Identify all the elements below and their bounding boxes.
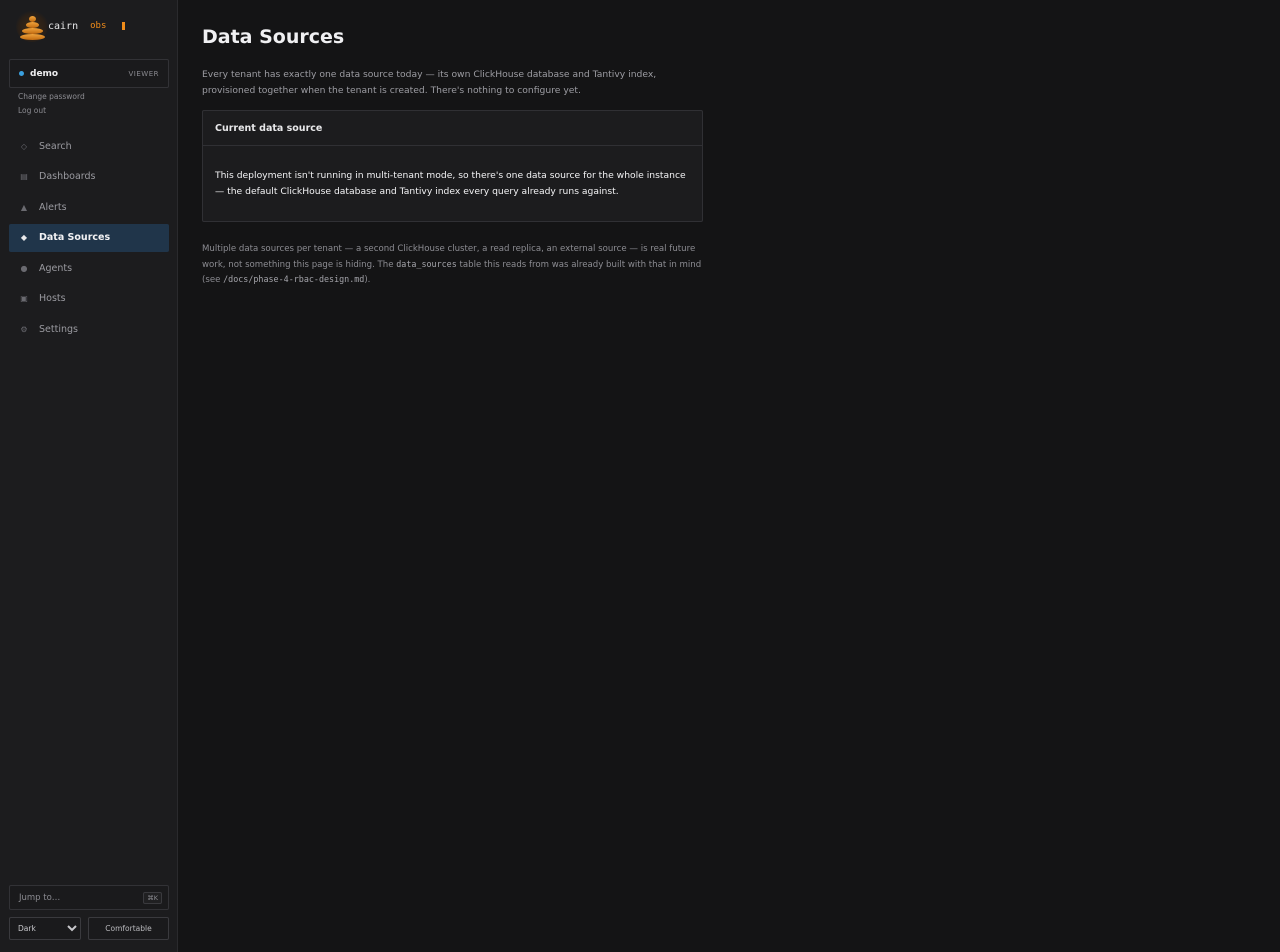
brand[interactable]: cairn obs <box>16 10 126 42</box>
sidebar-item-label: Alerts <box>39 201 67 213</box>
sidebar-item-dashboards[interactable]: ▤ Dashboards <box>9 163 169 191</box>
sidebar-item-label: Data Sources <box>39 232 111 243</box>
diamond-outline-icon: ◇ <box>20 141 28 151</box>
current-data-source-panel: Current data source This deployment isn'… <box>202 110 703 222</box>
main-content: Data Sources Every tenant has exactly on… <box>179 0 1280 952</box>
user-name: demo <box>30 68 59 79</box>
sidebar-item-alerts[interactable]: ▲ Alerts <box>9 193 169 221</box>
dashboard-icon: ▤ <box>20 172 28 181</box>
cursor-block-icon <box>122 22 126 30</box>
code-doc-path: /docs/phase-4-rbac-design.md <box>223 274 365 284</box>
sidebar-item-agents[interactable]: ● Agents <box>9 254 169 282</box>
sidebar: cairn obs demo VIEWER Change password Lo… <box>0 0 178 952</box>
panel-title: Current data source <box>203 111 702 146</box>
diamond-filled-icon: ◆ <box>20 233 28 242</box>
theme-select[interactable]: Dark <box>9 917 81 940</box>
code-table-name: data_sources <box>396 258 457 269</box>
square-icon: ▣ <box>20 294 28 303</box>
page-footnote: Multiple data sources per tenant — a sec… <box>202 242 702 288</box>
user-card[interactable]: demo VIEWER <box>9 59 169 88</box>
jump-to-placeholder: Jump to… <box>19 892 61 903</box>
gear-icon: ⚙ <box>20 324 28 334</box>
sidebar-item-hosts[interactable]: ▣ Hosts <box>9 285 169 313</box>
sidebar-item-label: Settings <box>39 323 78 335</box>
sidebar-item-settings[interactable]: ⚙ Settings <box>9 315 169 343</box>
density-toggle-button[interactable]: Comfortable <box>88 917 169 940</box>
cairn-logo-icon <box>16 10 50 42</box>
change-password-link[interactable]: Change password <box>18 92 85 101</box>
sidebar-item-search[interactable]: ◇ Search <box>9 132 169 160</box>
sidebar-item-label: Dashboards <box>39 171 96 182</box>
sidebar-item-label: Agents <box>39 262 73 274</box>
page-title: Data Sources <box>202 26 345 48</box>
jump-to-input[interactable]: Jump to… ⌘K <box>9 885 169 910</box>
sidebar-item-data-sources[interactable]: ◆ Data Sources <box>9 223 169 252</box>
brand-name: cairn <box>48 20 79 32</box>
sidebar-item-label: Search <box>39 140 72 152</box>
triangle-alert-icon: ▲ <box>20 202 28 212</box>
sidebar-item-label: Hosts <box>39 293 66 304</box>
user-role-badge: VIEWER <box>128 69 159 78</box>
footnote-text: ). <box>364 275 371 285</box>
dot-icon: ● <box>20 263 28 273</box>
keyboard-shortcut-badge: ⌘K <box>143 891 162 904</box>
logout-link[interactable]: Log out <box>18 106 46 115</box>
brand-tag: obs <box>90 21 107 31</box>
status-dot-icon <box>19 71 24 76</box>
panel-body: This deployment isn't running in multi-t… <box>215 170 686 197</box>
sidebar-nav: ◇ Search ▤ Dashboards ▲ Alerts ◆ Data So… <box>9 132 169 346</box>
page-intro: Every tenant has exactly one data source… <box>202 69 657 96</box>
